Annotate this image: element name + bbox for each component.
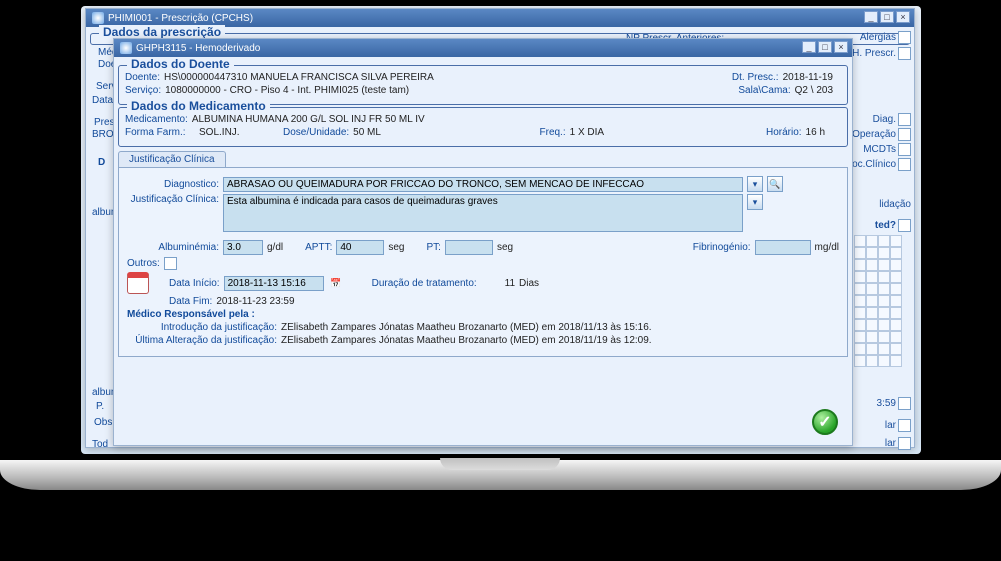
button-icon[interactable]	[898, 437, 911, 450]
horario-label: Horário:	[766, 127, 802, 138]
outros-checkbox[interactable]	[164, 257, 177, 270]
close-icon[interactable]: ×	[896, 11, 910, 23]
stub-tod: Tod	[92, 439, 108, 450]
fieldset-title-medicamento: Dados do Medicamento	[127, 99, 270, 113]
intro-label: Introdução da justificação:	[127, 322, 277, 333]
checkbox-grid[interactable]	[854, 235, 910, 367]
calendar-icon[interactable]	[127, 272, 149, 294]
data-inicio-label: Data Início:	[169, 278, 220, 289]
side-mcdts[interactable]: MCDTs	[863, 143, 911, 156]
side-alergias[interactable]: Alergias	[860, 31, 911, 44]
albuminemia-input[interactable]	[223, 240, 263, 255]
checkbox-icon[interactable]	[898, 113, 911, 126]
checkbox-icon[interactable]	[898, 31, 911, 44]
side-idacao: lidação	[879, 199, 911, 210]
tab-justificacao[interactable]: Justificação Clínica	[118, 151, 226, 167]
forma-value: SOL.INJ.	[199, 127, 279, 138]
checkbox-icon[interactable]	[898, 143, 911, 156]
minimize-icon[interactable]: _	[802, 41, 816, 53]
side-lar2[interactable]: lar	[885, 437, 911, 450]
minimize-icon[interactable]: _	[864, 11, 878, 23]
justificacao-label: Justificação Clínica:	[127, 194, 219, 205]
fieldset-title-doente: Dados do Doente	[127, 57, 234, 71]
data-inicio-input[interactable]	[224, 276, 324, 291]
calendar-picker-icon[interactable]: 📅	[328, 275, 344, 291]
horario-value: 16 h	[806, 127, 825, 138]
intro-value: ZElisabeth Zampares Jónatas Maatheu Broz…	[281, 322, 652, 333]
diagnostico-input[interactable]	[223, 177, 743, 192]
freq-value: 1 X DIA	[570, 127, 640, 138]
app-icon	[120, 42, 132, 54]
alt-label: Última Alteração da justificação:	[127, 335, 277, 346]
justificacao-textarea[interactable]: Esta albumina é indicada para casos de q…	[223, 194, 743, 232]
data-fim-label: Data Fim:	[169, 296, 212, 307]
dose-label: Dose/Unidade:	[283, 127, 349, 138]
laptop-notch	[440, 458, 560, 470]
fibr-unit: mg/dl	[815, 242, 839, 253]
dose-value: 50 ML	[353, 127, 413, 138]
checkbox-icon[interactable]	[898, 219, 911, 232]
checkbox-icon[interactable]	[898, 158, 911, 171]
window-title-front: GHPH3115 - Hemoderivado	[136, 43, 260, 54]
aptt-unit: seg	[388, 242, 404, 253]
chevron-down-icon[interactable]: ▾	[747, 176, 763, 192]
side-hprescr[interactable]: H. Prescr.	[852, 47, 911, 60]
fibr-input[interactable]	[755, 240, 811, 255]
tab-body-justificacao: Diagnostico: ▾ 🔍 Justificação Clínica: E…	[118, 167, 848, 357]
chevron-down-icon[interactable]: ▾	[747, 194, 763, 210]
medicamento-value: ALBUMINA HUMANA 200 G/L SOL INJ FR 50 ML…	[192, 114, 425, 125]
doente-label: Doente:	[125, 72, 160, 83]
stub-obs: Obs	[94, 417, 112, 428]
side-lar1[interactable]: lar	[885, 419, 911, 432]
window-hemoderivado: GHPH3115 - Hemoderivado _ □ × Dados do D…	[113, 38, 853, 446]
albuminemia-unit: g/dl	[267, 242, 283, 253]
stub-p: P.	[96, 401, 104, 412]
pt-unit: seg	[497, 242, 513, 253]
maximize-icon[interactable]: □	[818, 41, 832, 53]
outros-label: Outros:	[127, 258, 160, 269]
checkbox-icon[interactable]	[898, 47, 911, 60]
side-diag[interactable]: Diag.	[873, 113, 911, 126]
maximize-icon[interactable]: □	[880, 11, 894, 23]
window-title-bar-front[interactable]: GHPH3115 - Hemoderivado _ □ ×	[114, 39, 852, 57]
stub-d: D	[98, 157, 105, 168]
salacama-label: Sala\Cama:	[738, 85, 790, 96]
data-fim-value: 2018-11-23 23:59	[216, 296, 294, 307]
dtpresc-label: Dt. Presc.:	[732, 72, 779, 83]
dtpresc-value: 2018-11-19	[783, 72, 833, 83]
duracao-label: Duração de tratamento:	[372, 278, 477, 289]
duracao-value: 11	[505, 278, 515, 289]
app-icon	[92, 12, 104, 24]
aptt-label: APTT:	[305, 242, 332, 253]
confirm-button[interactable]: ✓	[812, 409, 838, 435]
freq-label: Freq.:	[540, 127, 566, 138]
alt-value: ZElisabeth Zampares Jónatas Maatheu Broz…	[281, 335, 652, 346]
doente-value: HS\000000447310 MANUELA FRANCISCA SILVA …	[164, 72, 434, 83]
search-icon[interactable]: 🔍	[767, 176, 783, 192]
side-time: 3:59	[877, 397, 911, 410]
pt-label: PT:	[426, 242, 440, 253]
pt-input[interactable]	[445, 240, 493, 255]
side-ted: ted?	[875, 219, 911, 232]
window-title-back: PHIMI001 - Prescrição (CPCHS)	[108, 13, 253, 24]
albuminemia-label: Albuminémia:	[127, 242, 219, 253]
servico-value: 1080000000 - CRO - Piso 4 - Int. PHIMI02…	[165, 85, 409, 96]
calendar-icon[interactable]	[898, 397, 911, 410]
close-icon[interactable]: ×	[834, 41, 848, 53]
checkbox-icon[interactable]	[898, 128, 911, 141]
duracao-unit: Dias	[519, 278, 539, 289]
fibr-label: Fibrinogénio:	[693, 242, 751, 253]
stub-pres: Pres	[94, 117, 115, 128]
salacama-value: Q2 \ 203	[795, 85, 833, 96]
fieldset-title-prescricao: Dados da prescrição	[99, 25, 225, 39]
medicamento-label: Medicamento:	[125, 114, 188, 125]
forma-label: Forma Farm.:	[125, 127, 195, 138]
diagnostico-label: Diagnostico:	[127, 179, 219, 190]
aptt-input[interactable]	[336, 240, 384, 255]
button-icon[interactable]	[898, 419, 911, 432]
resp-title: Médico Responsável pela :	[127, 309, 255, 320]
servico-label: Serviço:	[125, 85, 161, 96]
